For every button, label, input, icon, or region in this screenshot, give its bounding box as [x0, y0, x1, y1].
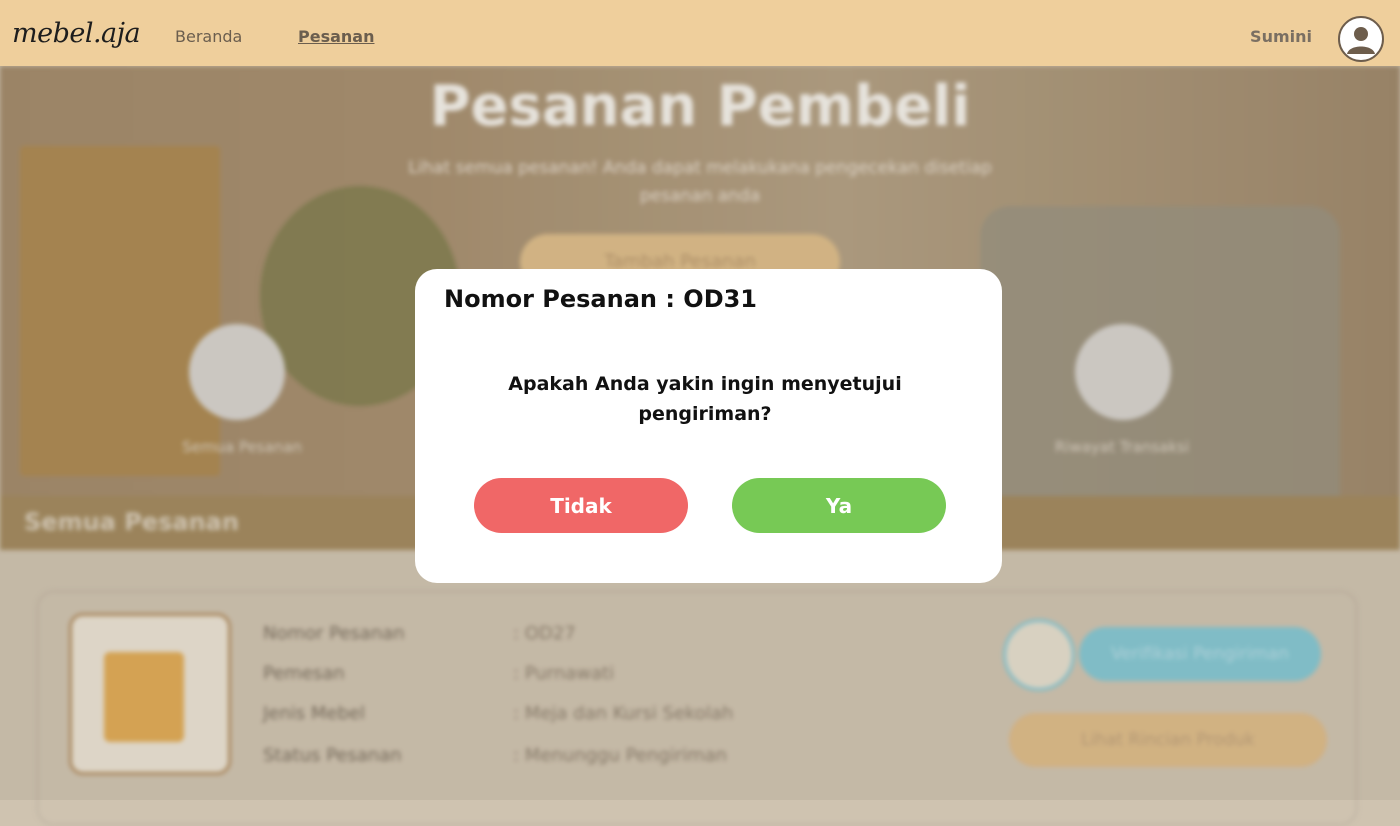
nav-link-beranda[interactable]: Beranda [175, 27, 242, 46]
confirm-button[interactable]: Ya [732, 478, 946, 533]
top-navbar: mebel.aja Beranda Pesanan Sumini [0, 0, 1400, 66]
dialog-title: Nomor Pesanan : OD31 [444, 285, 758, 313]
cancel-button[interactable]: Tidak [474, 478, 688, 533]
site-logo[interactable]: mebel.aja [12, 18, 141, 49]
user-avatar-icon[interactable] [1338, 16, 1384, 62]
confirm-shipping-dialog: Nomor Pesanan : OD31 Apakah Anda yakin i… [415, 269, 1002, 583]
dialog-message: Apakah Anda yakin ingin menyetujui pengi… [508, 373, 902, 425]
user-name[interactable]: Sumini [1250, 27, 1312, 46]
nav-link-pesanan[interactable]: Pesanan [298, 27, 374, 46]
